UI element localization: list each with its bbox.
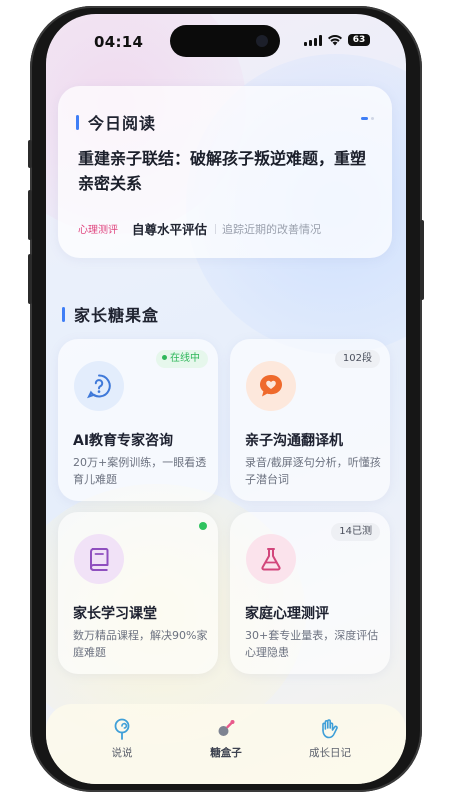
candy-box-header: 家长糖果盒	[62, 302, 159, 326]
camera-icon	[256, 35, 268, 47]
online-dot-icon	[162, 355, 167, 360]
app-screen: 04:14 63 今日阅读 重建亲子联结：破解孩子叛逆难题，重塑亲密关系 心理测…	[46, 14, 406, 784]
assessment-subtitle: 追踪近期的改善情况	[222, 222, 322, 236]
tab-label: 说说	[111, 747, 133, 759]
heart-chat-icon	[246, 361, 296, 411]
bottom-tab-bar: 说说 糖盒子 成长日记	[46, 704, 406, 784]
candy-box-title: 家长糖果盒	[74, 306, 160, 325]
new-indicator-dot	[199, 522, 207, 530]
assessment-title: 自尊水平评估	[132, 222, 208, 237]
tab-shuoshuo[interactable]: 说说	[82, 718, 162, 760]
tile-description: 数万精品课程，解决90%家庭难题	[73, 629, 208, 659]
volume-up-button	[28, 190, 32, 240]
today-reading-header: 今日阅读	[76, 110, 156, 134]
question-icon	[74, 361, 124, 411]
lollipop-icon	[114, 718, 130, 740]
flask-icon	[246, 534, 296, 584]
tab-label: 成长日记	[309, 747, 351, 759]
book-icon	[74, 534, 124, 584]
dynamic-island	[170, 25, 280, 57]
tile-family-psych-assessment[interactable]: 14已测 家庭心理测评 30+套专业量表，深度评估心理隐患	[230, 512, 390, 674]
divider	[215, 223, 217, 234]
cellular-signal-icon	[304, 34, 322, 46]
carousel-indicator	[361, 117, 374, 120]
tile-ai-expert-consult[interactable]: 在线中 AI教育专家咨询 20万+案例训练，一眼看透育儿难题	[58, 339, 218, 501]
tile-parent-child-translator[interactable]: 102段 亲子沟通翻译机 录音/截屏逐句分析，听懂孩子潜台词	[230, 339, 390, 501]
mute-switch	[28, 140, 32, 168]
today-reading-card[interactable]: 今日阅读 重建亲子联结：破解孩子叛逆难题，重塑亲密关系 心理测评 自尊水平评估 …	[58, 86, 392, 258]
tab-label: 糖盒子	[210, 747, 242, 759]
candy-box-icon	[218, 720, 235, 736]
today-reading-title: 今日阅读	[88, 114, 157, 133]
tile-parent-classroom[interactable]: 家长学习课堂 数万精品课程，解决90%家庭难题	[58, 512, 218, 674]
section-accent-bar	[76, 114, 79, 130]
tile-description: 30+套专业量表，深度评估心理隐患	[245, 629, 379, 659]
battery-icon: 63	[348, 34, 370, 46]
article-headline[interactable]: 重建亲子联结：破解孩子叛逆难题，重塑亲密关系	[78, 146, 374, 196]
count-badge: 14已测	[331, 523, 380, 541]
count-badge: 102段	[334, 350, 380, 368]
hands-icon	[322, 719, 338, 739]
wifi-icon	[328, 35, 342, 46]
volume-down-button	[28, 254, 32, 304]
power-button	[420, 220, 424, 300]
assessment-row[interactable]: 心理测评 自尊水平评估 追踪近期的改善情况	[78, 219, 321, 238]
tab-candy-box[interactable]: 糖盒子	[186, 718, 266, 760]
tile-description: 录音/截屏逐句分析，听懂孩子潜台词	[245, 456, 381, 486]
tile-title: 亲子沟通翻译机	[245, 433, 343, 449]
tile-title: AI教育专家咨询	[73, 433, 174, 449]
online-status-badge: 在线中	[156, 350, 208, 368]
tile-title: 家庭心理测评	[245, 606, 329, 622]
section-accent-bar	[62, 306, 65, 322]
status-bar: 04:14 63	[46, 14, 406, 70]
tab-growth-diary[interactable]: 成长日记	[290, 718, 370, 760]
tile-description: 20万+案例训练，一眼看透育儿难题	[73, 456, 207, 486]
tile-title: 家长学习课堂	[73, 606, 157, 622]
assessment-tag: 心理测评	[78, 225, 118, 236]
status-time: 04:14	[94, 33, 144, 51]
